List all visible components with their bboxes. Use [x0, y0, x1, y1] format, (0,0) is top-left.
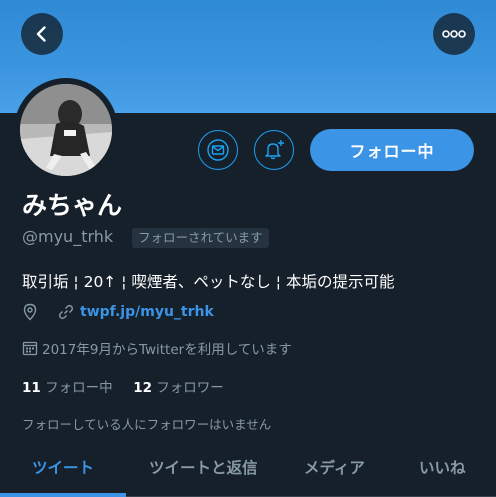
joined-row: 2017年9月からTwitterを利用しています: [22, 338, 292, 358]
tab-tweets-and-replies[interactable]: ツイートと返信: [149, 456, 258, 478]
location-link-row: twpf.jp/myu_trhk: [22, 303, 214, 321]
following-count: 11: [22, 380, 41, 396]
avatar-photo: [20, 84, 112, 176]
back-button[interactable]: [21, 13, 63, 55]
followers-count: 12: [133, 380, 152, 396]
profile-bio: 取引垢 ¦ 20↑ ¦ 喫煙者、ペットなし ¦ 本垢の提示可能: [22, 273, 395, 291]
follow-counts: 11 フォロー中 12 フォロワー: [22, 376, 224, 396]
following-label: フォロー中: [45, 380, 113, 396]
following-button[interactable]: フォロー中: [310, 129, 474, 171]
profile-link[interactable]: twpf.jp/myu_trhk: [80, 304, 214, 320]
display-name: みちゃん: [22, 191, 123, 220]
notifications-button[interactable]: [254, 130, 294, 170]
joined-date: 2017年9月からTwitterを利用しています: [42, 342, 292, 358]
tab-media[interactable]: メディア: [304, 456, 365, 478]
link-icon: [58, 304, 74, 320]
tab-tweets[interactable]: ツイート: [32, 456, 94, 478]
following-count-link[interactable]: 11 フォロー中: [22, 380, 113, 396]
follows-you-badge: フォローされています: [132, 228, 269, 248]
active-tab-indicator: [0, 493, 126, 497]
username: @myu_trhk: [22, 227, 114, 246]
chevron-left-icon: [36, 26, 46, 42]
more-horizontal-icon: [442, 30, 466, 38]
avatar[interactable]: [20, 84, 112, 176]
calendar-icon: [22, 341, 38, 356]
followers-count-link[interactable]: 12 フォロワー: [133, 380, 224, 396]
profile-tabs: ツイート ツイートと返信 メディア いいね: [0, 446, 496, 497]
bell-plus-icon: [265, 140, 284, 160]
location-pin-icon: [23, 303, 37, 321]
message-button[interactable]: [198, 130, 238, 170]
mutual-followers-note: フォローしている人にフォロワーはいません: [22, 417, 272, 432]
tab-likes[interactable]: いいね: [419, 456, 466, 478]
followers-label: フォロワー: [156, 380, 224, 396]
more-button[interactable]: [433, 13, 475, 55]
mail-icon: [207, 139, 229, 161]
